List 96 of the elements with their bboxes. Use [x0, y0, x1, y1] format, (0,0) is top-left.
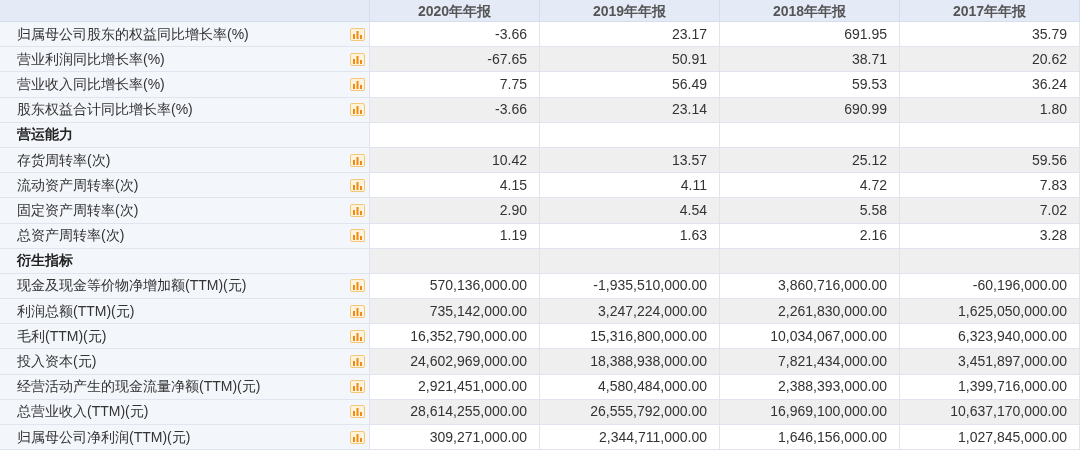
table-cell-text: -60,196,000.00: [972, 276, 1067, 296]
metric-label: 归属母公司净利润(TTM)(元): [17, 427, 192, 447]
bar-chart-icon[interactable]: [350, 27, 365, 41]
metric-label: 营业利润同比增长率(%): [17, 49, 166, 69]
table-cell-text: 7.75: [499, 74, 527, 94]
metric-label: 利润总额(TTM)(元): [17, 301, 136, 321]
table-cell-text: 309,271,000.00: [429, 427, 527, 447]
table-cell-text: 50.91: [671, 49, 707, 69]
bar-chart-icon[interactable]: [350, 279, 365, 293]
table-cell-text: 15,316,800,000.00: [590, 326, 707, 346]
bar-chart-icon[interactable]: [350, 229, 365, 243]
metric-label: 归属母公司股东的权益同比增长率(%): [17, 24, 250, 44]
table-cell-text: 26,555,792,000.00: [590, 402, 707, 422]
table-cell-text: 59.53: [851, 74, 887, 94]
bar-chart-icon[interactable]: [350, 355, 365, 369]
table-cell-text: 2,921,451,000.00: [418, 377, 527, 397]
table-cell-text: -1,935,510,000.00: [593, 276, 707, 296]
table-cell-text: 735,142,000.00: [429, 301, 527, 321]
metric-label: 毛利(TTM)(元): [17, 326, 108, 346]
table-cell-text: -67.65: [487, 49, 527, 69]
table-cell-text: 1.19: [499, 226, 527, 246]
table-cell-text: 4.72: [859, 175, 887, 195]
table-cell-text: 1,625,050,000.00: [958, 301, 1067, 321]
table-cell-text: 10,034,067,000.00: [770, 326, 887, 346]
table-cell-text: 2,388,393,000.00: [778, 377, 887, 397]
section-title: 营运能力: [17, 125, 73, 145]
table-cell-text: 10.42: [491, 150, 527, 170]
table-cell-text: 59.56: [1031, 150, 1067, 170]
table-cell-text: 16,969,100,000.00: [770, 402, 887, 422]
table-cell-text: 2,344,711,000.00: [599, 427, 707, 447]
metric-label: 投入资本(元): [17, 352, 98, 372]
metric-label: 现金及现金等价物净增加额(TTM)(元): [17, 276, 248, 296]
bar-chart-icon[interactable]: [350, 304, 365, 318]
table-cell-text: 35.79: [1031, 24, 1067, 44]
table-cell-text: -3.66: [495, 24, 527, 44]
table-cell-text: 7.83: [1039, 175, 1067, 195]
table-cell-text: 6,323,940,000.00: [958, 326, 1067, 346]
table-cell-text: 4.15: [499, 175, 527, 195]
table-cell-text: 1,027,845,000.00: [958, 427, 1067, 447]
table-cell-text: 4,580,484,000.00: [598, 377, 707, 397]
table-cell-text: 23.14: [671, 100, 707, 120]
metric-label: 总资产周转率(次): [17, 226, 126, 246]
metric-label: 营业收入同比增长率(%): [17, 74, 166, 94]
table-cell-text: 3,247,224,000.00: [598, 301, 707, 321]
table-cell-text: 18,388,938,000.00: [590, 352, 707, 372]
table-cell-text: 4.54: [679, 200, 707, 220]
table-cell-text: 3,451,897,000.00: [958, 352, 1067, 372]
table-cell-text: 5.58: [859, 200, 887, 220]
table-cell-text: 16,352,790,000.00: [410, 326, 527, 346]
column-header: 2017年年报: [900, 0, 1080, 21]
table-cell-text: 4.11: [680, 175, 707, 195]
column-header: 2020年年报: [370, 0, 540, 21]
table-cell-text: 23.17: [671, 24, 707, 44]
column-header: 2018年年报: [720, 0, 900, 21]
table-cell-text: 28,614,255,000.00: [410, 402, 527, 422]
table-cell-text: 3.28: [1039, 226, 1067, 246]
table-cell-text: 38.71: [851, 49, 887, 69]
table-cell-text: 13.57: [671, 150, 707, 170]
metric-label: 固定资产周转率(次): [17, 200, 140, 220]
bar-chart-icon[interactable]: [350, 405, 365, 419]
bar-chart-icon[interactable]: [350, 203, 365, 217]
bar-chart-icon[interactable]: [350, 329, 365, 343]
bar-chart-icon[interactable]: [350, 103, 365, 117]
table-cell-text: 690.99: [844, 100, 887, 120]
bar-chart-icon[interactable]: [350, 178, 365, 192]
table-cell-text: 3,860,716,000.00: [778, 276, 887, 296]
table-cell-text: 7,821,434,000.00: [778, 352, 887, 372]
section-title: 衍生指标: [17, 251, 73, 271]
table-cell-text: 570,136,000.00: [429, 276, 527, 296]
column-header: 2019年年报: [540, 0, 720, 21]
bar-chart-icon[interactable]: [350, 380, 365, 394]
table-cell-text: 1,646,156,000.00: [778, 427, 887, 447]
bar-chart-icon[interactable]: [350, 52, 365, 66]
table-cell-text: 1.80: [1039, 100, 1067, 120]
table-cell-text: 2.16: [859, 226, 887, 246]
table-cell-text: -3.66: [495, 100, 527, 120]
table-cell-text: 1,399,716,000.00: [958, 377, 1067, 397]
table-cell-text: 691.95: [844, 24, 887, 44]
table-cell-text: 20.62: [1031, 49, 1067, 69]
metric-label: 股东权益合计同比增长率(%): [17, 100, 194, 120]
table-cell-text: 36.24: [1031, 74, 1067, 94]
metric-label: 总营业收入(TTM)(元): [17, 402, 150, 422]
metric-label: 经营活动产生的现金流量净额(TTM)(元): [17, 377, 262, 397]
metric-label: 存货周转率(次): [17, 150, 112, 170]
bar-chart-icon[interactable]: [350, 153, 365, 167]
table-cell-text: 24,602,969,000.00: [410, 352, 527, 372]
table-cell-text: 2.90: [499, 200, 527, 220]
bar-chart-icon[interactable]: [350, 430, 365, 444]
table-cell-text: 56.49: [671, 74, 707, 94]
bar-chart-icon[interactable]: [350, 77, 365, 91]
table-cell-text: 1.63: [679, 226, 707, 246]
metric-label: 流动资产周转率(次): [17, 175, 140, 195]
table-cell-text: 7.02: [1039, 200, 1067, 220]
table-cell-text: 25.12: [851, 150, 887, 170]
table-cell-text: 2,261,830,000.00: [778, 301, 887, 321]
table-cell-text: 10,637,170,000.00: [950, 402, 1067, 422]
